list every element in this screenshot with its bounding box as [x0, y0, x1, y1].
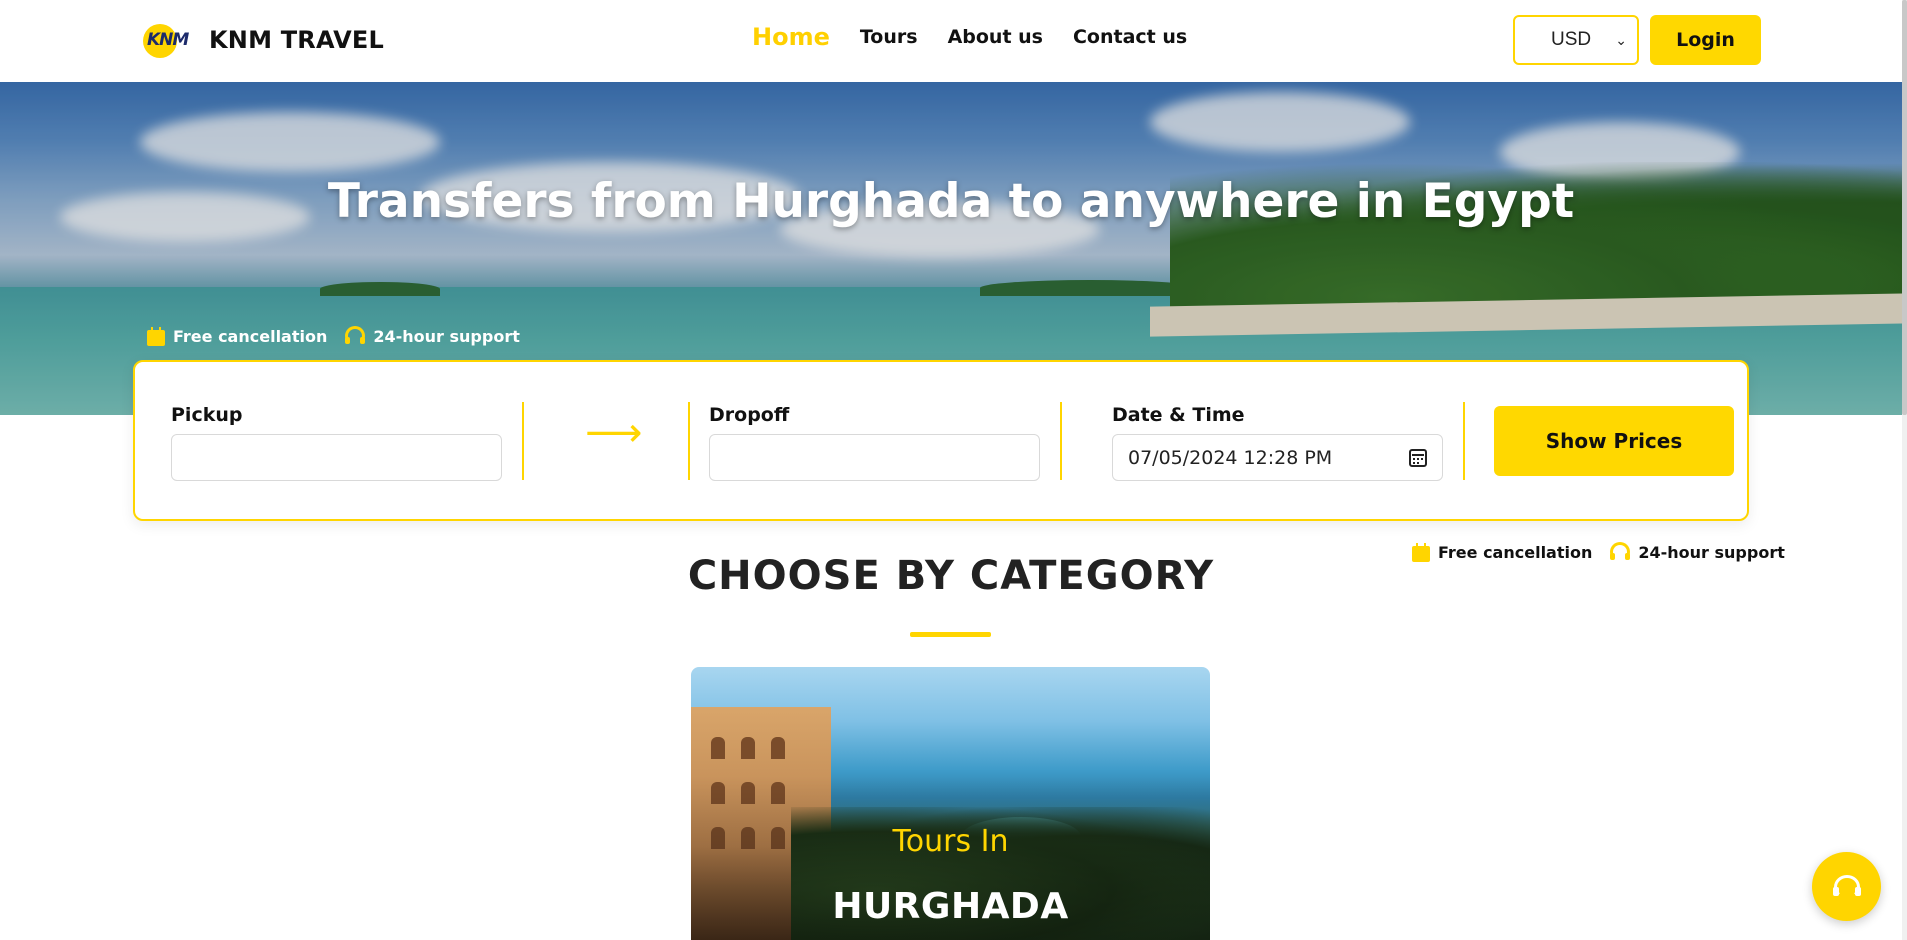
site-logo[interactable]: KNM KNM TRAVEL — [143, 20, 384, 60]
scrollbar-thumb[interactable] — [1902, 0, 1907, 415]
nav-about-us[interactable]: About us — [948, 26, 1043, 51]
datetime-value: 07/05/2024 12:28 PM — [1128, 446, 1333, 469]
nav-tours[interactable]: Tours — [860, 26, 918, 51]
logo-icon: KNM — [143, 20, 203, 60]
perk-free-cancellation: Free cancellation — [147, 326, 327, 346]
divider — [688, 402, 690, 480]
category-title: CHOOSE BY CATEGORY — [687, 553, 1215, 599]
headset-icon — [345, 326, 366, 346]
currency-value: USD — [1551, 29, 1592, 50]
transfer-search-form: Pickup ⟶ Dropoff Date & Time 07/05/2024 … — [133, 360, 1749, 521]
hero-title: Transfers from Hurghada to anywhere in E… — [327, 174, 1575, 229]
perk-support: 24-hour support — [345, 326, 520, 346]
support-chat-button[interactable] — [1812, 852, 1881, 921]
headset-icon — [1832, 874, 1861, 899]
divider — [1060, 402, 1062, 480]
dropoff-label: Dropoff — [709, 404, 790, 426]
card-subtitle: Tours In — [892, 824, 1009, 859]
dropoff-input[interactable] — [709, 434, 1040, 481]
nav-contact-us[interactable]: Contact us — [1073, 26, 1187, 51]
datetime-label: Date & Time — [1112, 404, 1245, 426]
card-title: HURGHADA — [832, 886, 1069, 927]
main-nav: Home Tours About us Contact us — [752, 23, 1217, 51]
datetime-input[interactable]: 07/05/2024 12:28 PM — [1112, 434, 1443, 481]
divider — [1463, 402, 1465, 480]
calendar-icon — [147, 326, 165, 346]
arrow-right-icon: ⟶ — [585, 410, 643, 456]
login-button[interactable]: Login — [1650, 15, 1761, 65]
calendar-icon[interactable] — [1409, 448, 1427, 467]
chevron-down-icon: ⌄ — [1615, 31, 1627, 48]
divider — [522, 402, 524, 480]
hero-perks: Free cancellation 24-hour support — [147, 326, 520, 346]
currency-select[interactable]: USD ⌄ — [1513, 15, 1639, 65]
title-underline — [910, 632, 991, 637]
site-header: KNM KNM TRAVEL Home Tours About us Conta… — [0, 0, 1907, 82]
nav-home[interactable]: Home — [752, 23, 830, 51]
pickup-label: Pickup — [171, 404, 243, 426]
category-card-hurghada[interactable]: Tours In HURGHADA — [691, 667, 1210, 940]
show-prices-button[interactable]: Show Prices — [1494, 406, 1734, 476]
logo-text: KNM TRAVEL — [209, 26, 384, 54]
pickup-input[interactable] — [171, 434, 502, 481]
page-scrollbar[interactable] — [1902, 0, 1907, 940]
